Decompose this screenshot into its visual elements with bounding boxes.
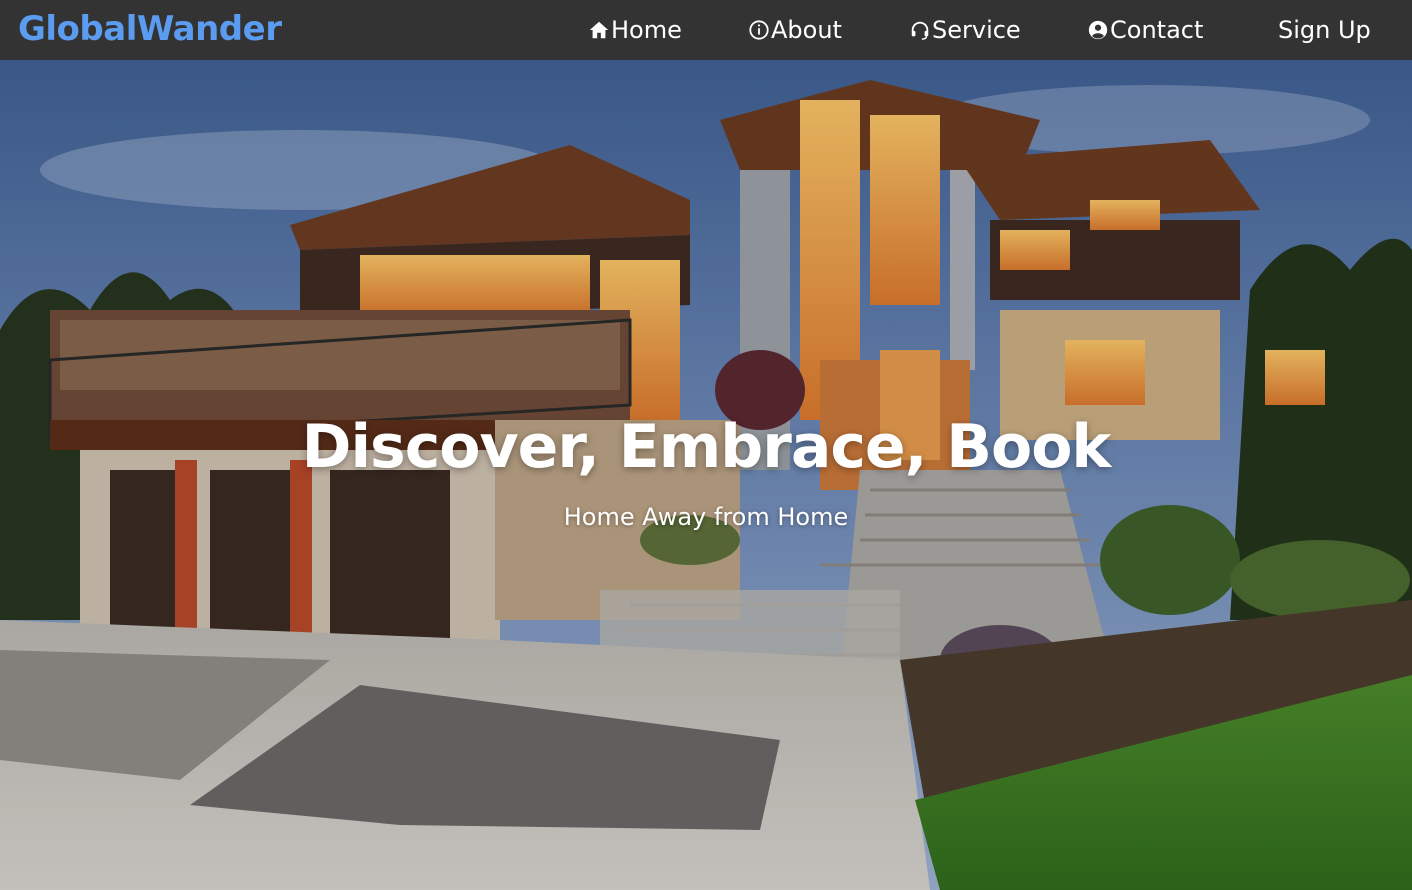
brand-logo[interactable]: GlobalWander [18,9,282,49]
navbar: GlobalWander Home About Service Contact … [0,0,1412,60]
nav-about[interactable]: About [748,0,842,60]
nav-contact[interactable]: Contact [1087,0,1203,60]
nav-about-label: About [771,16,842,44]
headset-icon [911,21,929,40]
signup-button[interactable]: Sign Up [1278,0,1371,60]
nav-service-label: Service [932,16,1021,44]
nav-service[interactable]: Service [909,0,1021,60]
nav-home[interactable]: Home [588,0,682,60]
user-circle-icon [1088,20,1108,40]
nav-home-label: Home [611,16,682,44]
info-icon [749,20,769,40]
hero-title: Discover, Embrace, Book [301,412,1112,482]
hero-subtitle: Home Away from Home [563,503,849,531]
hero-section: Discover, Embrace, Book Home Away from H… [0,60,1412,890]
nav-contact-label: Contact [1110,16,1204,44]
home-icon [589,21,609,39]
